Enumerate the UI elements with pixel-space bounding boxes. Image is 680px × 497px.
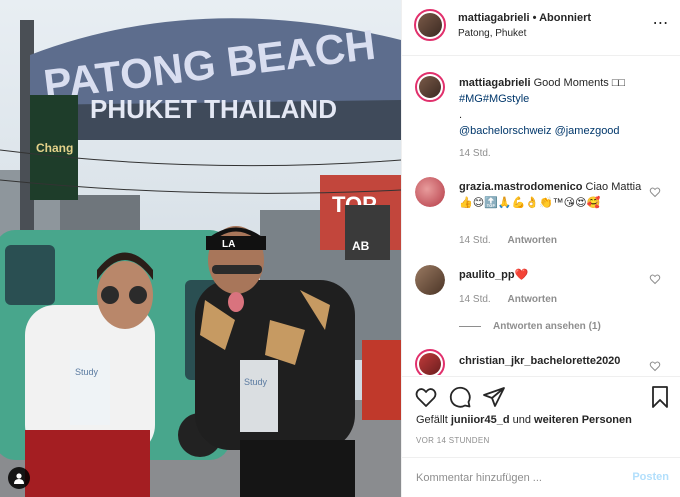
view-replies-label: Antworten ansehen (1): [493, 321, 601, 332]
comment-time[interactable]: 14 Std.: [459, 294, 491, 305]
svg-text:Study: Study: [244, 377, 268, 387]
svg-text:Study: Study: [75, 367, 99, 377]
post-timestamp[interactable]: VOR 14 STUNDEN: [416, 436, 490, 445]
author-username[interactable]: mattiagabrieli: [458, 12, 530, 24]
post-photo[interactable]: TOP AB PATONG BEACH PHUKET THAILAND Chan…: [0, 0, 401, 497]
post-comment-button[interactable]: Posten: [632, 471, 669, 483]
comment-like-heart-icon[interactable]: [649, 273, 661, 285]
post-header: mattiagabrieli • Abonniert Patong, Phuke…: [402, 0, 680, 56]
author-line: mattiagabrieli • Abonniert: [458, 12, 591, 24]
mention-jamezgood[interactable]: @jamezgood: [555, 125, 620, 137]
post-sidebar: mattiagabrieli • Abonniert Patong, Phuke…: [401, 0, 680, 497]
post-location[interactable]: Patong, Phuket: [458, 28, 526, 39]
view-replies-line: [459, 326, 481, 327]
likes-user[interactable]: juniior45_d: [451, 414, 510, 426]
likes-summary: Gefällt juniior45_d und weiteren Persone…: [416, 414, 632, 426]
comment-text: christian_jkr_bachelorette2020: [459, 353, 647, 369]
mention-bachelorschweiz[interactable]: @bachelorschweiz: [459, 125, 552, 137]
comment-body: ❤️: [514, 269, 529, 281]
reply-button[interactable]: Antworten: [507, 235, 556, 246]
likes-middle: und: [512, 414, 531, 426]
caption-time[interactable]: 14 Std.: [459, 148, 491, 159]
comment-like-heart-icon[interactable]: [649, 186, 661, 198]
share-send-icon[interactable]: [482, 385, 506, 409]
chang-logo: Chang: [36, 141, 73, 155]
comment-text: paulito_pp❤️: [459, 267, 647, 283]
comment-meta: 14 Std. Antworten: [459, 294, 557, 305]
photo-scene: TOP AB PATONG BEACH PHUKET THAILAND Chan…: [0, 0, 401, 497]
comment-username[interactable]: christian_jkr_bachelorette2020: [459, 355, 620, 367]
tagged-users-button[interactable]: [8, 467, 30, 489]
comment-time[interactable]: 14 Std.: [459, 235, 491, 246]
view-replies-button[interactable]: Antworten ansehen (1): [459, 321, 601, 332]
cap-logo: LA: [222, 239, 235, 250]
comment-list[interactable]: mattiagabrieli Good Moments □□ #MG#MGsty…: [402, 57, 680, 375]
action-bar: [402, 376, 680, 416]
more-options-icon[interactable]: ⋯: [651, 15, 671, 32]
comment-avatar[interactable]: [415, 265, 445, 295]
bookmark-icon[interactable]: [648, 385, 672, 409]
caption-text: mattiagabrieli Good Moments □□ #MG#MGsty…: [459, 75, 647, 139]
comment-meta: 14 Std. Antworten: [459, 235, 557, 246]
likes-prefix: Gefällt: [416, 414, 448, 426]
comment-like-heart-icon[interactable]: [649, 360, 661, 372]
comment-input[interactable]: [416, 468, 616, 488]
caption-dot: .: [459, 109, 463, 121]
caption-body: Good Moments □□: [533, 77, 626, 89]
comment-username[interactable]: grazia.mastrodomenico: [459, 181, 582, 193]
comment-icon[interactable]: [448, 385, 472, 409]
like-heart-icon[interactable]: [414, 385, 438, 409]
header-separator: •: [532, 12, 537, 24]
comment-username[interactable]: paulito_pp: [459, 269, 515, 281]
add-comment-bar: Posten: [402, 457, 680, 497]
user-icon: [14, 473, 24, 484]
comment-avatar[interactable]: [415, 177, 445, 207]
reply-button[interactable]: Antworten: [507, 294, 556, 305]
sign-subtitle: PHUKET THAILAND: [90, 94, 337, 124]
caption-hashtags[interactable]: #MG#MGstyle: [459, 93, 529, 105]
likes-others-link[interactable]: weiteren Personen: [534, 414, 632, 426]
follow-status-button[interactable]: Abonniert: [539, 12, 591, 24]
author-avatar[interactable]: [414, 9, 446, 41]
comment-text: grazia.mastrodomenico Ciao Mattia 👍😊🔝🙏💪👌…: [459, 179, 647, 211]
svg-text:AB: AB: [352, 239, 370, 253]
caption-username[interactable]: mattiagabrieli: [459, 77, 531, 89]
comment-avatar[interactable]: [415, 349, 445, 375]
caption-avatar[interactable]: [415, 72, 445, 102]
